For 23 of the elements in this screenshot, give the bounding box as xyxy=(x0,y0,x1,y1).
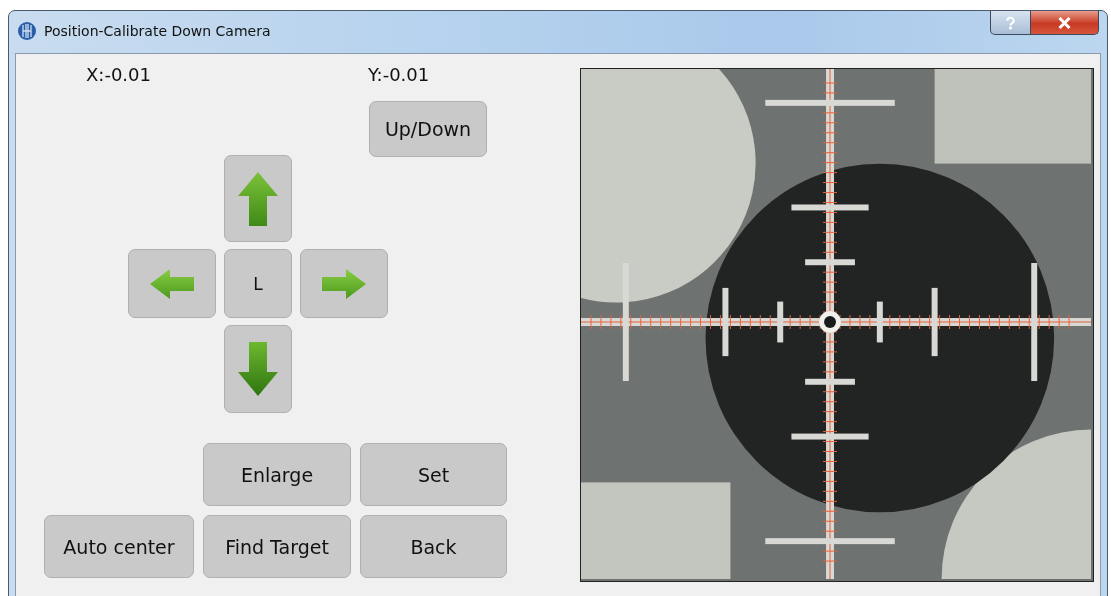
find-target-button[interactable]: Find Target xyxy=(203,515,351,578)
arrow-up-icon xyxy=(238,171,278,226)
y-coordinate: Y:-0.01 xyxy=(368,64,430,87)
arrow-left-icon xyxy=(150,268,194,299)
question-mark-icon xyxy=(1005,15,1016,30)
app-logo-icon xyxy=(17,21,37,41)
window-title: Position-Calibrate Down Camera xyxy=(44,23,271,39)
help-button[interactable] xyxy=(990,11,1031,35)
close-button[interactable] xyxy=(1031,11,1099,35)
close-icon xyxy=(1057,16,1072,29)
move-down-button[interactable] xyxy=(224,325,292,413)
set-button[interactable]: Set xyxy=(360,443,507,506)
center-button[interactable]: L xyxy=(224,249,292,318)
x-coordinate: X:-0.01 xyxy=(86,64,152,87)
move-right-button[interactable] xyxy=(300,249,388,318)
arrow-right-icon xyxy=(322,268,366,299)
auto-center-button[interactable]: Auto center xyxy=(44,515,194,578)
up-down-button[interactable]: Up/Down xyxy=(369,101,487,157)
move-left-button[interactable] xyxy=(128,249,216,318)
back-button[interactable]: Back xyxy=(360,515,507,578)
arrow-down-icon xyxy=(238,342,278,396)
move-up-button[interactable] xyxy=(224,155,292,242)
enlarge-button[interactable]: Enlarge xyxy=(203,443,351,506)
